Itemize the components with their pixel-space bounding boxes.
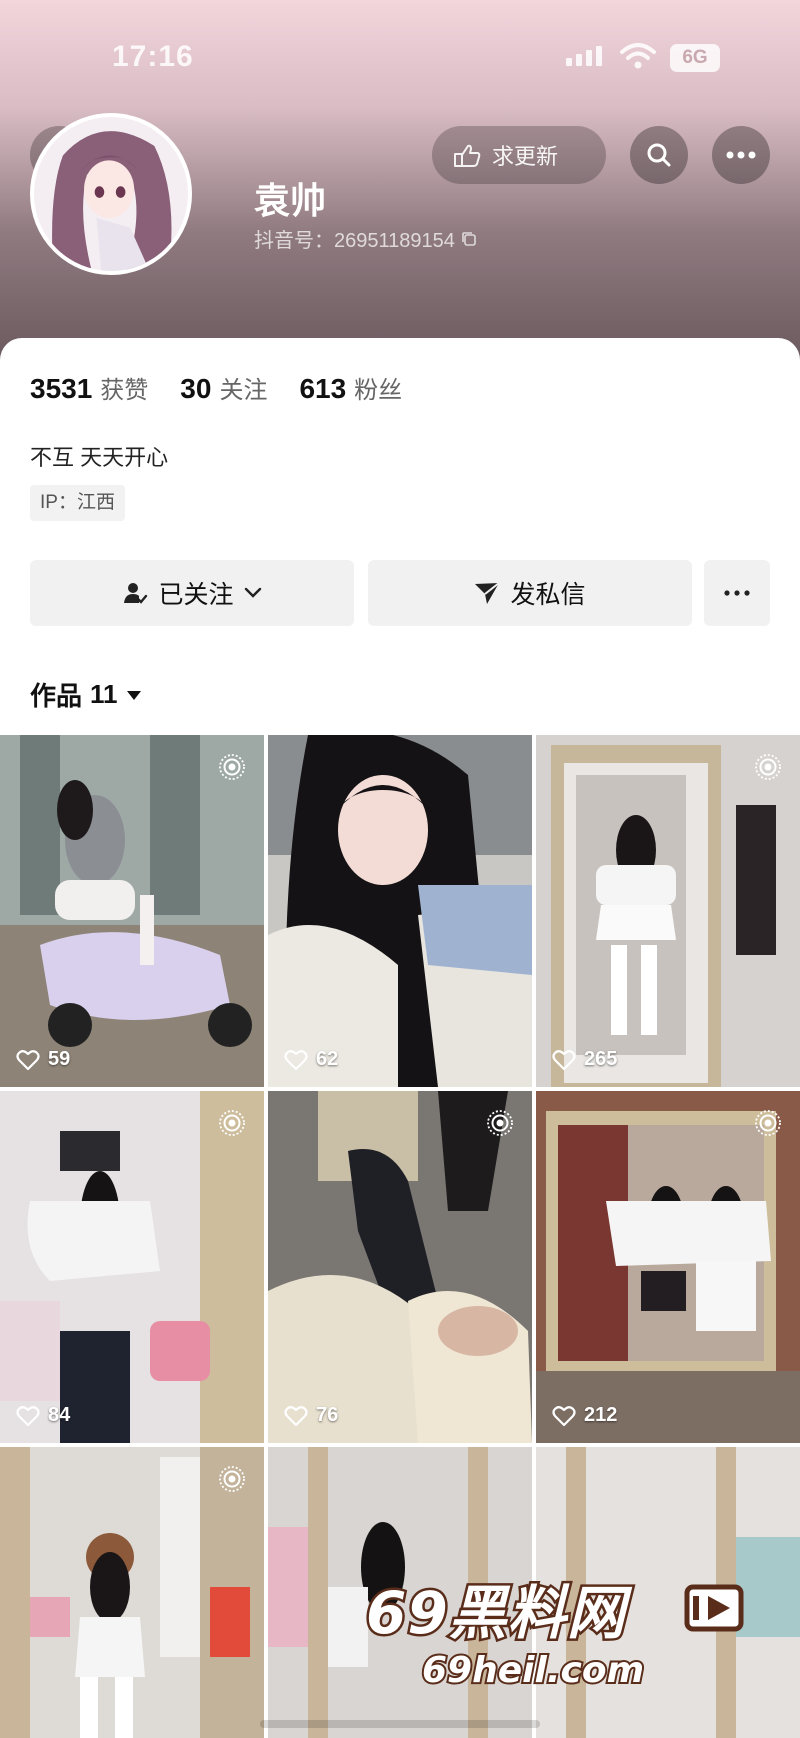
send-message-label: 发私信	[510, 581, 586, 609]
following-stat[interactable]: 30 关注	[180, 370, 267, 405]
live-photo-icon	[219, 1110, 245, 1136]
send-message-button[interactable]: 发私信	[368, 560, 692, 626]
chevron-down-icon	[244, 587, 261, 598]
site-watermark: 69黑料网 69heil.com	[364, 1566, 776, 1714]
user-check-icon	[124, 583, 148, 604]
status-bar: 17:16 6G	[0, 0, 800, 110]
home-indicator[interactable]	[260, 1720, 540, 1728]
post-thumbnail	[0, 1091, 264, 1443]
play-icon	[684, 1584, 744, 1632]
avatar-image	[34, 117, 188, 271]
post-thumbnail	[0, 735, 264, 1087]
douyin-id-text: 抖音号：26951189154	[254, 230, 455, 252]
caret-down-icon	[126, 690, 141, 700]
post-likes: 265	[552, 1048, 617, 1071]
username: 袁帅	[254, 180, 327, 221]
hand-pointer-icon	[454, 144, 481, 167]
live-photo-icon	[755, 754, 781, 780]
post-likes: 62	[284, 1048, 338, 1071]
live-photo-icon	[755, 1110, 781, 1136]
post-likes-count: 76	[316, 1404, 339, 1426]
works-count: 11	[90, 679, 118, 709]
post-thumbnail	[536, 1091, 800, 1443]
post-tile[interactable]: 59	[0, 735, 264, 1087]
post-tile[interactable]: 212	[536, 1091, 800, 1443]
likes-label: 获赞	[100, 377, 149, 404]
heart-icon	[284, 1049, 308, 1070]
live-photo-icon	[487, 1110, 513, 1136]
wifi-icon	[620, 43, 656, 69]
heart-icon	[16, 1405, 40, 1426]
more-actions-button[interactable]	[704, 560, 770, 626]
works-tab[interactable]: 作品 11	[30, 676, 142, 713]
following-count: 30	[180, 373, 212, 404]
profile-bio: 不互 天天开心	[30, 445, 169, 470]
heart-icon	[16, 1049, 40, 1070]
douyin-id[interactable]: 抖音号：26951189154	[254, 224, 477, 253]
network-badge: 6G	[670, 44, 720, 72]
post-thumbnail	[268, 1091, 532, 1443]
following-label: 关注	[219, 377, 268, 404]
more-dots-icon	[724, 590, 750, 596]
likes-count: 3531	[30, 373, 93, 404]
post-likes: 212	[552, 1404, 617, 1427]
post-thumbnail	[268, 735, 532, 1087]
fans-label: 粉丝	[354, 377, 403, 404]
signal-icon	[566, 46, 602, 66]
send-icon	[475, 582, 501, 604]
fans-count: 613	[299, 373, 347, 404]
avatar[interactable]	[30, 113, 192, 275]
heart-icon	[552, 1049, 576, 1070]
ip-location-tag: IP：江西	[30, 485, 125, 521]
live-photo-icon	[219, 754, 245, 780]
post-tile[interactable]: 62	[268, 735, 532, 1087]
post-tile[interactable]: 76	[268, 1091, 532, 1443]
fans-stat[interactable]: 613 粉丝	[299, 370, 402, 405]
followed-button[interactable]: 已关注	[30, 560, 354, 626]
live-photo-icon	[219, 1466, 245, 1492]
more-options-button[interactable]	[712, 126, 770, 184]
copy-icon[interactable]	[461, 231, 477, 247]
post-tile[interactable]	[0, 1447, 264, 1738]
post-likes-count: 84	[48, 1404, 71, 1426]
search-icon	[647, 143, 671, 167]
watermark-url: 69heil.com	[420, 1648, 646, 1693]
post-likes: 76	[284, 1404, 338, 1427]
status-time: 17:16	[112, 40, 194, 73]
heart-icon	[552, 1405, 576, 1426]
followed-label: 已关注	[158, 581, 234, 609]
search-button[interactable]	[630, 126, 688, 184]
works-label: 作品	[30, 681, 83, 711]
post-likes-count: 265	[584, 1048, 618, 1070]
post-likes-count: 62	[316, 1048, 339, 1070]
request-update-button[interactable]: 求更新	[432, 126, 606, 184]
post-likes: 59	[16, 1048, 70, 1071]
post-likes: 84	[16, 1404, 70, 1427]
post-likes-count: 59	[48, 1048, 71, 1070]
watermark-title: 69黑料网	[364, 1577, 628, 1650]
post-tile[interactable]: 265	[536, 735, 800, 1087]
post-likes-count: 212	[584, 1404, 618, 1426]
post-thumbnail	[536, 735, 800, 1087]
request-update-label: 求更新	[492, 144, 559, 169]
profile-stats: 3531 获赞 30 关注 613 粉丝	[30, 370, 402, 405]
likes-stat[interactable]: 3531 获赞	[30, 370, 148, 405]
post-tile[interactable]: 84	[0, 1091, 264, 1443]
more-dots-icon	[726, 151, 756, 159]
heart-icon	[284, 1405, 308, 1426]
